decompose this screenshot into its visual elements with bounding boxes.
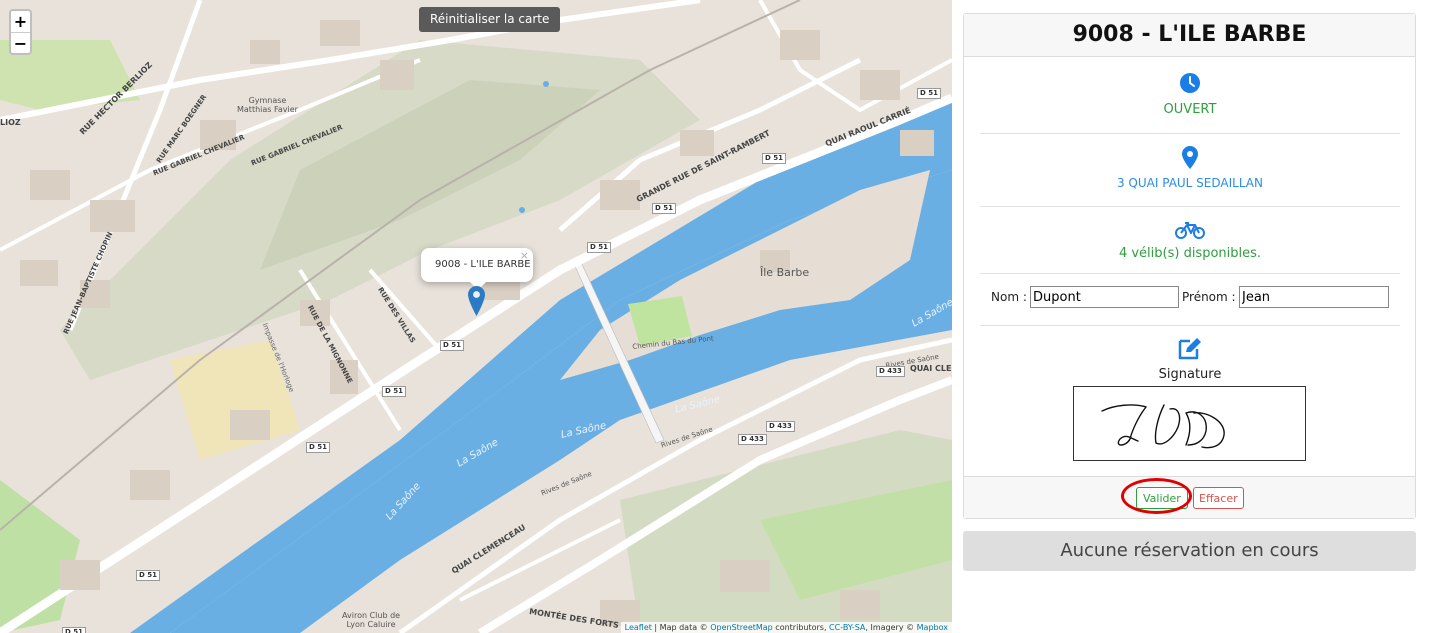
clock-icon <box>980 72 1400 94</box>
station-address: 3 QUAI PAUL SEDAILLAN <box>1116 176 1263 190</box>
divider <box>980 133 1400 134</box>
map-view[interactable]: Gymnase Matthias Favier Île Barbe Aviron… <box>0 0 952 633</box>
map-label-quai-cle: QUAI CLE <box>910 364 952 373</box>
prenom-label: Prénom : <box>1182 290 1236 304</box>
validate-button[interactable]: Valider <box>1136 487 1188 509</box>
map-label-gymnase: Gymnase Matthias Favier <box>237 96 298 114</box>
road-tag-d433: D 433 <box>738 434 767 445</box>
road-tag-d51: D 51 <box>306 442 330 453</box>
map-label-aviron: Aviron Club de Lyon Caluire <box>342 611 401 629</box>
prenom-input[interactable] <box>1239 286 1389 308</box>
road-tag-d51: D 51 <box>917 88 941 99</box>
map-attribution: Leaflet | Map data © OpenStreetMap contr… <box>620 622 952 633</box>
address-section: 3 QUAI PAUL SEDAILLAN <box>980 146 1400 190</box>
station-status: OUVERT <box>1163 102 1217 117</box>
status-section: OUVERT <box>980 72 1400 117</box>
zoom-control: + − <box>9 9 32 55</box>
cc-link[interactable]: CC-BY-SA <box>829 623 865 632</box>
map-label-lioz: LIOZ <box>0 118 21 127</box>
road-tag-d51: D 51 <box>440 340 464 351</box>
map-label-ile-barbe: Île Barbe <box>760 266 810 279</box>
map-pin-icon <box>980 146 1400 169</box>
osm-link[interactable]: OpenStreetMap <box>710 623 773 632</box>
map-marker-icon[interactable] <box>468 286 485 320</box>
bikes-section: 4 vélib(s) disponibles. <box>980 221 1400 261</box>
attribution-text: , Imagery © <box>865 623 917 632</box>
road-tag-d51: D 51 <box>136 570 160 581</box>
reservation-status: Aucune réservation en cours <box>963 531 1416 571</box>
attribution-text: | Map data © <box>651 623 711 632</box>
signature-canvas[interactable] <box>1073 386 1306 461</box>
nom-label: Nom : <box>991 290 1027 304</box>
panel-footer: Valider Effacer <box>964 476 1415 518</box>
station-popup[interactable]: 9008 - L'ILE BARBE × <box>421 248 533 290</box>
mapbox-link[interactable]: Mapbox <box>917 623 948 632</box>
app-window: Gymnase Matthias Favier Île Barbe Aviron… <box>0 0 1429 633</box>
divider <box>980 325 1400 326</box>
road-tag-d433: D 433 <box>876 366 905 377</box>
nom-input[interactable] <box>1030 286 1179 308</box>
station-panel: 9008 - L'ILE BARBE OUVERT 3 QUAI PAUL SE… <box>963 13 1416 519</box>
reset-map-button[interactable]: Réinitialiser la carte <box>419 7 561 32</box>
divider <box>980 206 1400 207</box>
popup-close-icon[interactable]: × <box>520 249 529 262</box>
signature-section: Signature <box>980 336 1400 382</box>
popup-title: 9008 - L'ILE BARBE <box>435 259 531 270</box>
signature-stroke <box>1101 404 1225 449</box>
road-tag-d51: D 51 <box>652 203 676 214</box>
clear-button[interactable]: Effacer <box>1193 487 1244 509</box>
road-tag-d51: D 51 <box>587 242 611 253</box>
signature-label: Signature <box>1158 367 1222 382</box>
divider <box>980 273 1400 274</box>
road-tag-d51: D 51 <box>62 627 86 633</box>
road-tag-d51: D 51 <box>762 153 786 164</box>
bikes-available: 4 vélib(s) disponibles. <box>1118 246 1262 261</box>
road-tag-d433: D 433 <box>766 421 795 432</box>
station-title: 9008 - L'ILE BARBE <box>964 14 1415 57</box>
leaflet-link[interactable]: Leaflet <box>625 623 652 632</box>
edit-icon <box>980 336 1400 360</box>
attribution-text: contributors, <box>772 623 830 632</box>
road-tag-d51: D 51 <box>382 386 406 397</box>
zoom-out-button[interactable]: − <box>11 32 30 53</box>
bicycle-icon <box>980 221 1400 239</box>
zoom-in-button[interactable]: + <box>11 11 30 32</box>
